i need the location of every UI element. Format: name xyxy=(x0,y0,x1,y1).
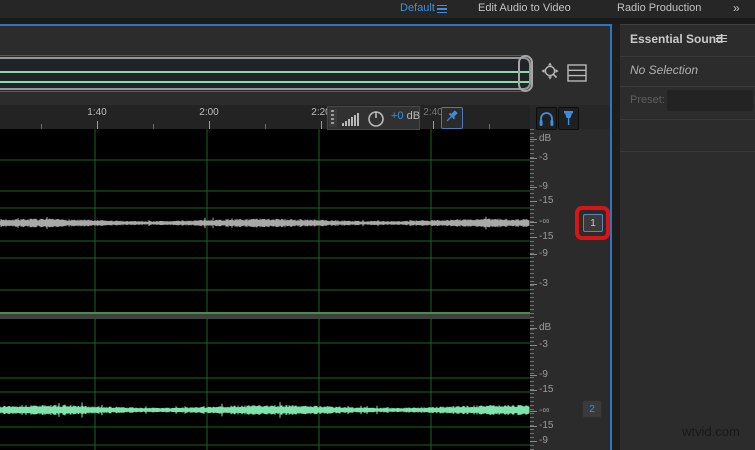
ruler-tick xyxy=(321,121,322,129)
db-tick xyxy=(530,237,537,238)
red-highlight-annotation xyxy=(575,206,610,240)
navigator-waveform-ch1 xyxy=(0,71,529,73)
channel-2-button[interactable]: 2 xyxy=(582,400,602,418)
db-label: -∞ xyxy=(539,216,550,227)
ruler-label: 1:40 xyxy=(87,107,107,118)
db-label: -∞ xyxy=(539,405,550,416)
db-label: -3 xyxy=(539,339,548,350)
preset-dropdown[interactable] xyxy=(667,90,753,111)
timeline-navigator-view[interactable] xyxy=(0,57,531,90)
db-tick xyxy=(530,328,537,329)
db-tick xyxy=(530,187,537,188)
level-meter-icon xyxy=(342,113,359,126)
ruler-tick xyxy=(209,121,210,129)
essential-sound-menu-icon[interactable] xyxy=(716,35,727,42)
workspace-overflow-chevron-icon[interactable]: » xyxy=(733,1,740,15)
pushpin-icon xyxy=(446,110,458,122)
db-label: -15 xyxy=(539,384,554,395)
db-tick xyxy=(530,139,537,140)
db-tick xyxy=(530,222,537,223)
preset-label: Preset: xyxy=(630,94,665,106)
workspace-tab-edit-audio-to-video[interactable]: Edit Audio to Video xyxy=(478,2,571,14)
db-label: -15 xyxy=(539,231,554,242)
workspace-tab-radio-production[interactable]: Radio Production xyxy=(617,2,701,14)
hud-grip-dots-icon xyxy=(331,110,334,126)
db-label: -9 xyxy=(539,369,548,380)
db-label: -3 xyxy=(539,152,548,163)
workspace-bar: Default Edit Audio to Video Radio Produc… xyxy=(0,0,755,18)
panel-divider xyxy=(620,86,755,87)
db-tick xyxy=(530,375,537,376)
db-label: dB xyxy=(539,133,552,144)
panel-divider xyxy=(620,119,755,120)
waveform-plot xyxy=(0,129,530,450)
db-tick xyxy=(530,201,537,202)
db-label: -9 xyxy=(539,248,548,259)
db-tick xyxy=(530,441,537,442)
app-window: Default Edit Audio to Video Radio Produc… xyxy=(0,0,755,450)
headphones-icon xyxy=(539,112,554,126)
db-label: -9 xyxy=(539,435,548,446)
workspace-menu-icon[interactable] xyxy=(437,5,447,13)
ruler-tick xyxy=(97,121,98,129)
db-tick xyxy=(530,411,537,412)
db-label: dB xyxy=(539,322,552,333)
db-tick xyxy=(530,158,537,159)
navigator-waveform-ch2 xyxy=(0,81,529,83)
hud-pin-button[interactable] xyxy=(441,107,463,129)
ruler-tick xyxy=(433,121,434,129)
navigator-right-handle[interactable] xyxy=(518,55,533,92)
db-tick xyxy=(530,254,537,255)
db-label: -15 xyxy=(539,195,554,206)
gain-value: +0 xyxy=(391,110,404,122)
pin-icon xyxy=(564,111,573,125)
db-tick xyxy=(530,426,537,427)
monitor-headphones-button[interactable] xyxy=(536,107,557,130)
gain-unit: dB xyxy=(406,110,421,122)
workspace-tab-default[interactable]: Default xyxy=(400,2,435,14)
watermark: wtvid.com xyxy=(682,424,740,439)
db-label: -3 xyxy=(539,278,548,289)
essential-sound-title: Essential Sound xyxy=(630,32,724,46)
db-scale-ticks xyxy=(530,129,534,450)
gain-knob-icon[interactable] xyxy=(366,109,386,129)
db-tick xyxy=(530,284,537,285)
db-tick xyxy=(530,390,537,391)
db-label: -15 xyxy=(539,420,554,431)
panel-divider xyxy=(620,151,755,152)
panel-divider xyxy=(620,56,755,57)
db-label: -9 xyxy=(539,181,548,192)
essential-sound-panel xyxy=(620,24,755,450)
hud-gain-overlay[interactable]: +0 dB xyxy=(327,106,420,130)
db-tick xyxy=(530,345,537,346)
gain-readout[interactable]: +0 dB xyxy=(391,110,420,122)
selection-status: No Selection xyxy=(630,63,699,77)
track-list-icon[interactable] xyxy=(567,64,587,82)
zoom-navigate-icon[interactable] xyxy=(540,61,562,85)
ruler-label: 2:00 xyxy=(199,107,219,118)
pin-tool-button[interactable] xyxy=(558,107,579,130)
